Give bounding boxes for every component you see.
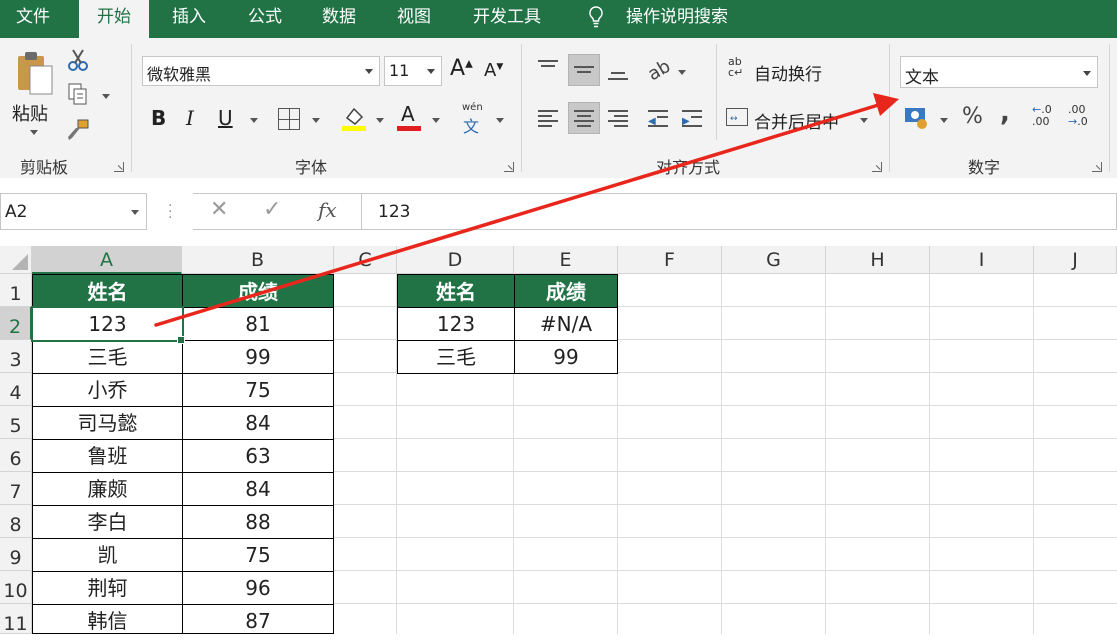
annotation-arrow [154, 93, 899, 327]
